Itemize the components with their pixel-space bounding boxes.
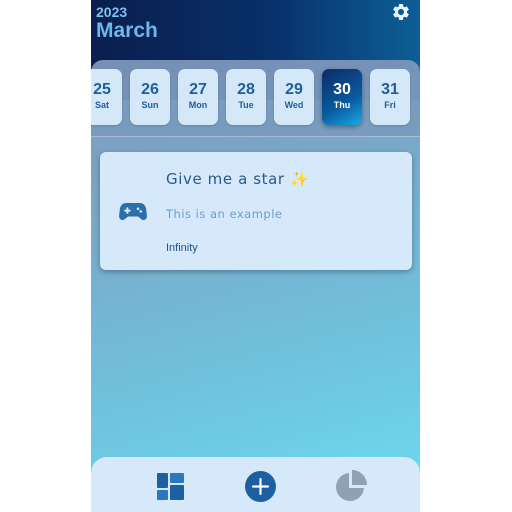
gamepad-icon (119, 203, 147, 221)
habit-description: This is an example (166, 207, 283, 221)
day-number: 28 (237, 81, 255, 98)
day-item[interactable]: 27 Mon (178, 69, 218, 125)
day-weekday: Sun (141, 100, 159, 110)
day-weekday: Wed (284, 100, 304, 110)
habit-card[interactable]: Give me a star ✨ This is an example Infi… (100, 152, 412, 270)
app-screen: 2023 March 25 Sat 26 Sun 27 Mon 28 Tue 2… (91, 0, 420, 512)
day-item[interactable]: 31 Fri (370, 69, 410, 125)
day-weekday: Fri (384, 100, 396, 110)
habit-title: Give me a star ✨ (166, 170, 310, 188)
day-number: 30 (333, 81, 351, 98)
day-number: 27 (189, 81, 207, 98)
day-weekday: Sat (94, 100, 109, 110)
day-number: 29 (285, 81, 303, 98)
day-item[interactable]: 25 Sat (91, 69, 122, 125)
pie-chart-icon[interactable] (334, 470, 367, 503)
day-item[interactable]: 26 Sun (130, 69, 170, 125)
day-number: 26 (141, 81, 159, 98)
day-number: 25 (93, 81, 111, 98)
year-label: 2023 (96, 4, 128, 20)
gear-icon[interactable] (391, 2, 411, 22)
add-circle-icon[interactable] (245, 471, 276, 502)
day-weekday: Thu (333, 100, 351, 110)
day-item-selected[interactable]: 30 Thu (322, 69, 362, 125)
day-item[interactable]: 29 Wed (274, 69, 314, 125)
habit-duration: Infinity (166, 242, 198, 254)
day-weekday: Mon (188, 100, 208, 110)
day-weekday: Tue (238, 100, 254, 110)
day-item[interactable]: 28 Tue (226, 69, 266, 125)
date-strip: 25 Sat 26 Sun 27 Mon 28 Tue 29 Wed 30 Th… (91, 60, 420, 137)
day-number: 31 (381, 81, 399, 98)
month-title[interactable]: March (96, 19, 158, 43)
dashboard-icon[interactable] (157, 473, 184, 500)
bottom-nav (91, 457, 420, 512)
